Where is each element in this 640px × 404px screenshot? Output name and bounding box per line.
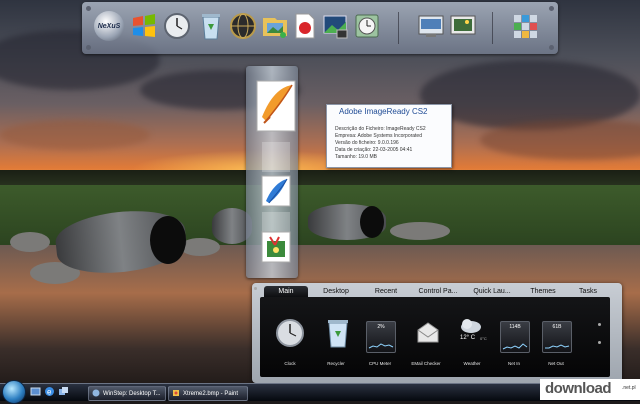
tab-tasks[interactable]: Tasks xyxy=(568,286,608,297)
file-tooltip: Adobe ImageReady CS2 Descrição do Fichei… xyxy=(326,104,452,168)
windows-flag-icon[interactable] xyxy=(129,11,159,41)
dock-settings-icon[interactable] xyxy=(510,11,540,41)
weather-label: Weather xyxy=(463,361,481,366)
picture-viewer-icon[interactable] xyxy=(448,11,478,41)
screw xyxy=(549,45,554,50)
top-dock: NeXuS xyxy=(82,2,558,54)
download-watermark: download .net.pl xyxy=(540,379,640,400)
cpu-meter-gadget[interactable]: 2% xyxy=(366,321,396,353)
screw xyxy=(86,45,91,50)
tooltip-title: Adobe ImageReady CS2 xyxy=(339,107,428,116)
cpu-meter-value: 2% xyxy=(377,324,385,330)
clock-settings-icon[interactable] xyxy=(352,11,382,41)
paint-icon xyxy=(173,390,179,396)
internet-explorer-icon[interactable]: e xyxy=(44,386,55,397)
cpu-graph-icon xyxy=(368,343,394,349)
clock-gadget[interactable] xyxy=(274,317,306,349)
imageready-icon[interactable] xyxy=(256,76,296,136)
watermark-brand: download xyxy=(545,380,612,397)
cloud xyxy=(0,120,150,150)
blank-slot xyxy=(260,140,292,174)
weather-gadget[interactable]: 12° C 0°C xyxy=(456,317,488,349)
tab-main[interactable]: Main xyxy=(264,286,308,297)
weather-cloud-icon xyxy=(461,319,481,333)
net-in-gadget[interactable]: 114B xyxy=(500,321,530,353)
svg-text:e: e xyxy=(47,388,52,397)
dock-separator xyxy=(492,12,493,44)
winstep-icon xyxy=(92,389,100,397)
net-out-gadget[interactable]: 61B xyxy=(542,321,572,353)
gadget-panel: Main Desktop Recent Control Pa... Quick … xyxy=(252,283,622,383)
net-in-value: 114B xyxy=(509,324,521,330)
panel-grip xyxy=(254,287,257,290)
screw xyxy=(86,6,91,11)
nexus-label: NeXuS xyxy=(97,22,121,30)
recycler-gadget[interactable] xyxy=(322,317,354,349)
taskbar-button-winstep[interactable]: WinStep: Desktop T... xyxy=(88,386,166,401)
tab-desktop[interactable]: Desktop xyxy=(314,286,358,297)
tooltip-company: Empresa: Adobe Systems Incorporated xyxy=(335,133,422,139)
taskbar-label-paint: Xtreme2.bmp - Paint xyxy=(183,390,239,397)
watermark-suffix: .net.pl xyxy=(622,385,636,391)
vertical-dock xyxy=(246,66,298,278)
weather-temperature: 12° C xyxy=(460,335,476,341)
tab-control-panel[interactable]: Control Pa... xyxy=(412,286,464,297)
screenshot-icon[interactable] xyxy=(320,11,350,41)
cloud xyxy=(420,60,640,130)
tab-recent[interactable]: Recent xyxy=(364,286,408,297)
net-in-graph-icon xyxy=(502,343,528,350)
switch-windows-icon[interactable] xyxy=(58,386,69,397)
tab-quick-launch[interactable]: Quick Lau... xyxy=(466,286,518,297)
clock-label: Clock xyxy=(284,361,296,366)
dock-separator xyxy=(398,12,399,44)
pi-program-icon[interactable] xyxy=(260,230,292,264)
start-button[interactable] xyxy=(2,380,26,404)
net-out-label: Net Out xyxy=(548,361,564,366)
pictures-icon[interactable] xyxy=(260,11,290,41)
tab-themes[interactable]: Themes xyxy=(520,286,566,297)
screw xyxy=(549,6,554,11)
recycler-label: Recycler xyxy=(327,361,345,366)
taskbar-label-winstep: WinStep: Desktop T... xyxy=(103,390,161,397)
scroll-down-dot[interactable] xyxy=(598,341,601,344)
illustrator-icon[interactable] xyxy=(260,174,292,208)
net-out-graph-icon xyxy=(545,344,570,349)
email-checker-label: EMail Checker xyxy=(411,361,441,366)
show-desktop-icon[interactable] xyxy=(30,386,41,397)
tooltip-created: Data de criação: 22-03-2005 04:41 xyxy=(335,147,413,153)
culvert-opening xyxy=(360,206,384,238)
rock xyxy=(10,232,50,252)
tooltip-version: Versão do ficheiro: 9.0.0.196 xyxy=(335,140,399,146)
adobe-reader-icon[interactable] xyxy=(290,11,320,41)
net-in-label: Net In xyxy=(507,361,520,366)
rock xyxy=(390,222,450,240)
clock-icon[interactable] xyxy=(162,11,192,41)
cpu-meter-label: CPU Meter xyxy=(368,361,392,366)
weather-low: 0°C xyxy=(480,336,487,341)
recycle-bin-icon[interactable] xyxy=(196,11,226,41)
culvert-opening xyxy=(150,216,186,264)
nexus-logo[interactable]: NeXuS xyxy=(94,11,124,41)
net-out-value: 61B xyxy=(552,324,562,330)
email-checker-gadget[interactable] xyxy=(412,317,444,349)
scroll-up-dot[interactable] xyxy=(598,323,601,326)
gadget-area: Clock Recycler 2% CPU Meter EMail Checke… xyxy=(260,297,610,377)
control-panel-icon[interactable] xyxy=(416,11,446,41)
tooltip-description: Descrição do Ficheiro: ImageReady CS2 xyxy=(335,126,426,132)
globe-icon[interactable] xyxy=(228,11,258,41)
cloud xyxy=(480,120,640,160)
taskbar-button-paint[interactable]: Xtreme2.bmp - Paint xyxy=(168,386,248,401)
tooltip-size: Tamanho: 19.0 MB xyxy=(335,154,377,160)
